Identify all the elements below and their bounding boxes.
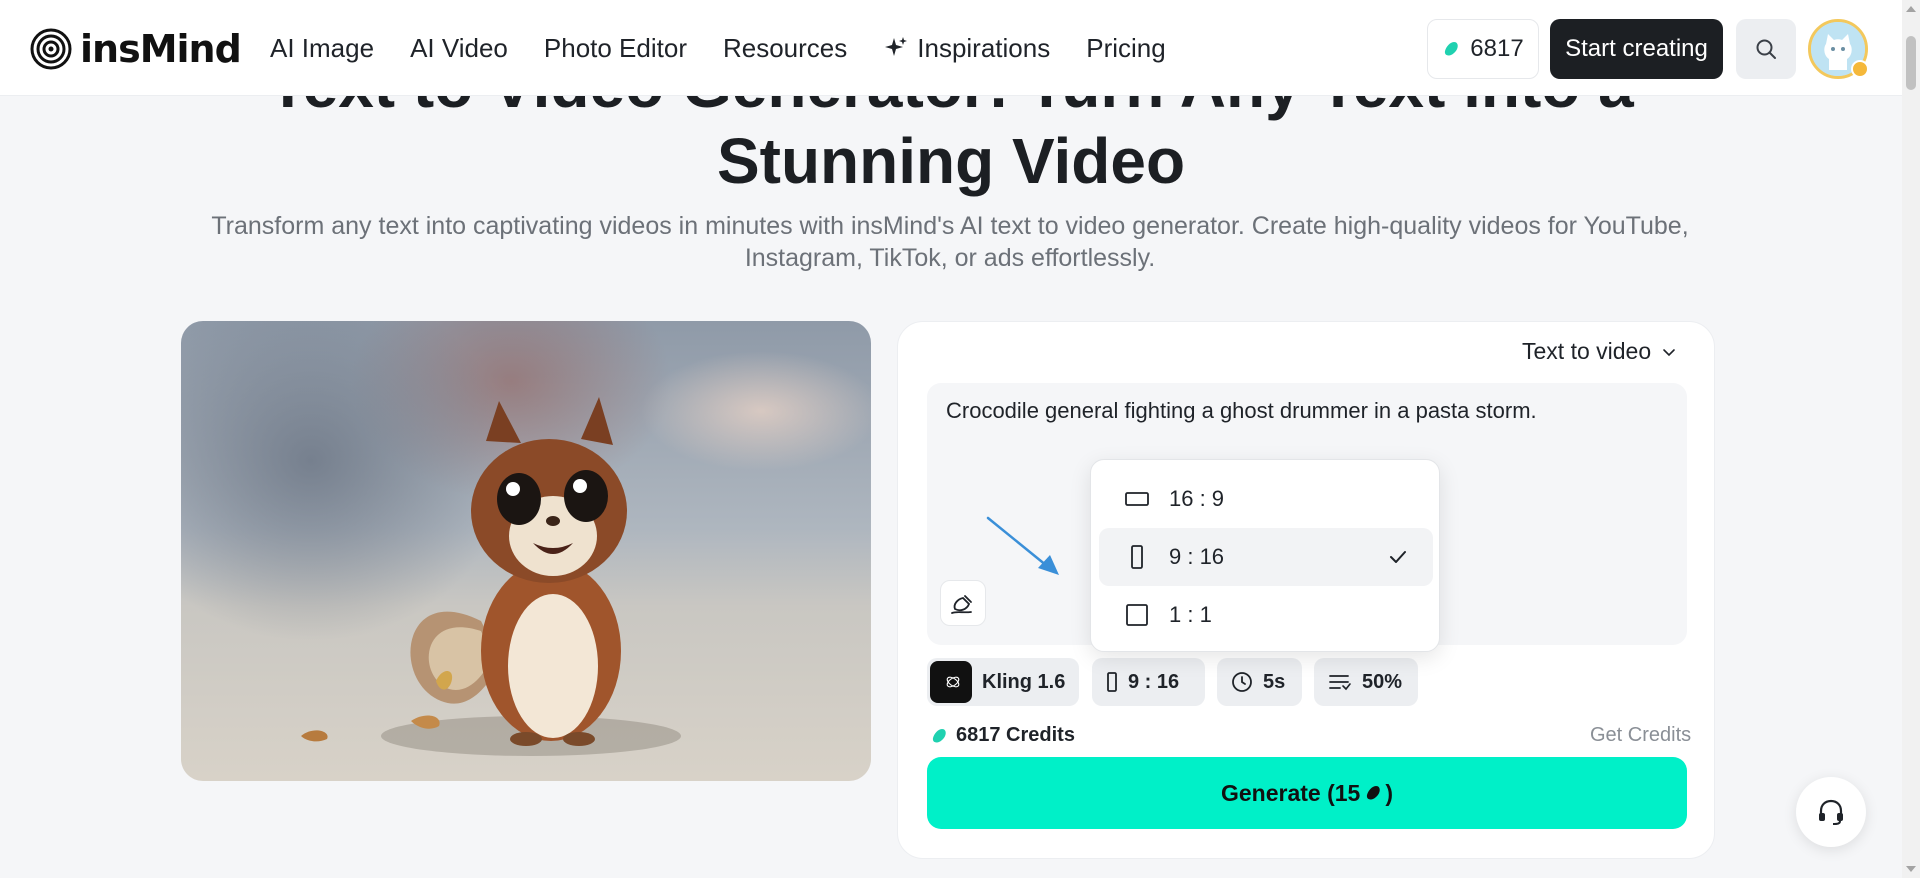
scroll-up-arrow-icon[interactable] [1906, 6, 1916, 12]
top-navigation-bar: insMind AI Image AI Video Photo Editor R… [0, 0, 1902, 96]
prompt-text[interactable]: Crocodile general fighting a ghost drumm… [946, 398, 1537, 424]
mode-select-dropdown[interactable]: Text to video [1522, 338, 1677, 365]
ratio-option-label: 9 : 16 [1169, 544, 1225, 569]
support-chat-button[interactable] [1796, 777, 1866, 847]
credit-drop-icon [1367, 786, 1381, 800]
credits-summary: 6817 Credits [930, 724, 1075, 747]
brand-name: insMind [80, 27, 242, 71]
ratio-option-label: 16 : 9 [1169, 486, 1225, 511]
user-avatar[interactable] [1808, 19, 1869, 79]
credits-count: 6817 [1470, 35, 1524, 62]
brand-logo[interactable]: insMind [30, 27, 242, 71]
search-button[interactable] [1736, 19, 1796, 79]
headset-icon [1819, 799, 1843, 825]
nav-ai-video[interactable]: AI Video [410, 33, 508, 64]
quality-label: 50% [1362, 670, 1403, 693]
nav-resources[interactable]: Resources [723, 33, 847, 64]
ratio-option-1-1[interactable]: 1 : 1 [1099, 586, 1433, 644]
kling-model-icon [930, 661, 972, 703]
generate-button[interactable]: Generate (15 ) [927, 757, 1687, 829]
ratio-option-9-16[interactable]: 9 : 16 [1099, 528, 1433, 586]
nav-inspirations[interactable]: Inspirations [883, 33, 1050, 64]
nav-inspirations-label: Inspirations [917, 32, 1051, 63]
mode-select-label: Text to video [1522, 338, 1652, 364]
aspect-ratio-selector[interactable]: 9 : 16 [1092, 658, 1205, 706]
chevron-down-icon [1663, 348, 1675, 356]
main-nav: AI Image AI Video Photo Editor Resources… [270, 0, 1202, 96]
portrait-icon [1131, 545, 1143, 569]
logo-rings-icon [30, 28, 72, 70]
magic-pen-icon [951, 595, 972, 614]
quality-selector[interactable]: 50% [1314, 658, 1418, 706]
model-selector[interactable]: Kling 1.6 [927, 658, 1079, 706]
nav-photo-editor[interactable]: Photo Editor [544, 33, 687, 64]
credit-drop-icon [1445, 42, 1459, 56]
duration-selector[interactable]: 5s [1217, 658, 1302, 706]
ratio-option-16-9[interactable]: 16 : 9 [1099, 470, 1433, 528]
clock-icon [1232, 672, 1252, 692]
sparkle-icon [885, 37, 908, 56]
scroll-thumb[interactable] [1906, 36, 1916, 90]
landscape-icon [1125, 492, 1149, 506]
generate-label: Generate (15 [1220, 779, 1361, 806]
model-label: Kling 1.6 [982, 670, 1066, 693]
nav-ai-image[interactable]: AI Image [270, 33, 374, 64]
page-scrollbar[interactable] [1902, 0, 1920, 878]
portrait-icon [1107, 672, 1117, 692]
aspect-ratio-label: 9 : 16 [1128, 670, 1180, 693]
duration-label: 5s [1263, 670, 1286, 693]
credits-summary-label: 6817 Credits [956, 724, 1075, 746]
credits-balance[interactable]: 6817 [1427, 19, 1539, 79]
quality-lines-icon [1329, 675, 1351, 691]
get-credits-link[interactable]: Get Credits [1590, 724, 1691, 747]
generate-label-suffix: ) [1385, 779, 1394, 806]
checkmark-icon [1390, 551, 1406, 563]
square-icon [1126, 604, 1148, 626]
credit-drop-icon [932, 728, 946, 742]
page-subtitle: Transform any text into captivating vide… [211, 212, 1689, 272]
pointer-arrow-annotation [986, 516, 1059, 575]
aspect-ratio-menu: 16 : 9 9 : 16 1 : 1 [1090, 459, 1440, 652]
start-creating-button[interactable]: Start creating [1550, 19, 1723, 79]
search-icon [1756, 39, 1776, 59]
page-title-line-2: Stunning Video [716, 125, 1186, 197]
squirrel-illustration [301, 397, 681, 756]
nav-pricing[interactable]: Pricing [1086, 33, 1165, 64]
ratio-option-label: 1 : 1 [1169, 602, 1212, 627]
scroll-down-arrow-icon[interactable] [1906, 866, 1916, 872]
avatar-crown-badge [1851, 60, 1869, 78]
prompt-assist-button[interactable] [940, 580, 986, 626]
video-preview [181, 321, 871, 781]
